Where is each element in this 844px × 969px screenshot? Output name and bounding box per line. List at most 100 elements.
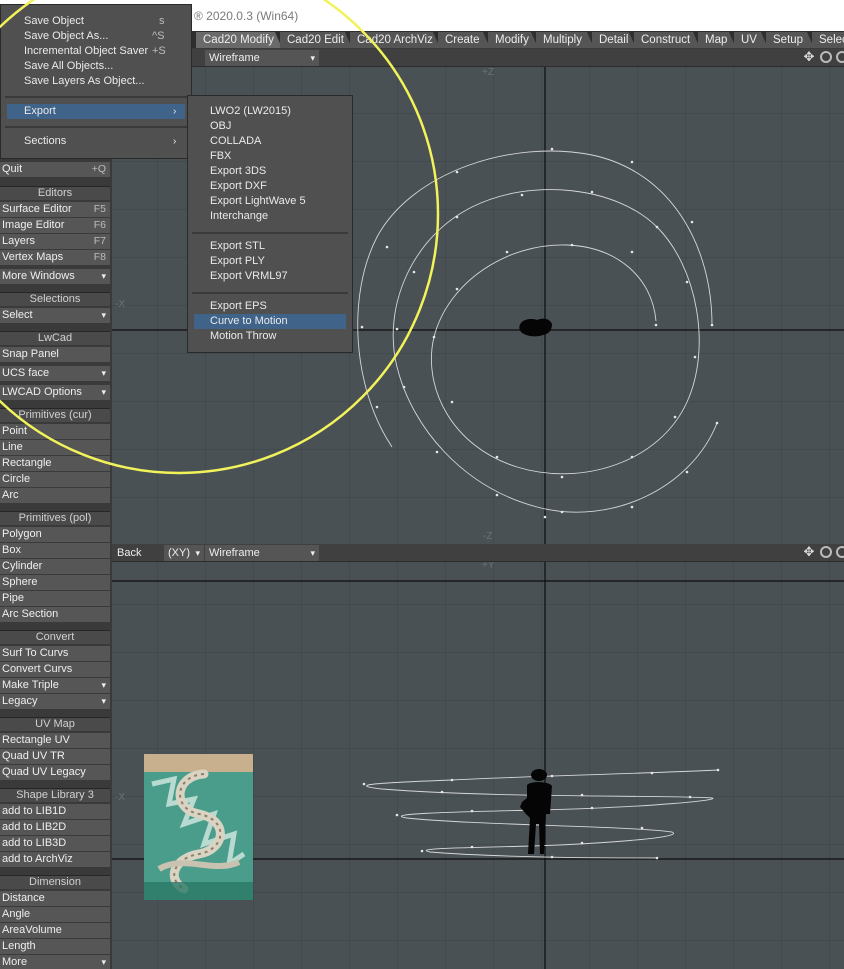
top-viewport-header: Wireframe ▾ ✥	[112, 49, 844, 67]
more-windows-dropdown[interactable]: More Windows ▾	[0, 268, 110, 284]
make-triple-dropdown[interactable]: Make Triple ▾	[0, 677, 110, 693]
menu-separator	[192, 232, 348, 234]
export-ply[interactable]: Export PLY	[210, 254, 265, 269]
menu-item-save-object[interactable]: Save Object s	[24, 14, 169, 29]
menu-separator	[5, 126, 187, 128]
add-to-lib1d-button[interactable]: add to LIB1D	[0, 803, 110, 819]
lwcad-options-dropdown[interactable]: LWCAD Options ▾	[0, 384, 110, 400]
distance-button[interactable]: Distance	[0, 890, 110, 906]
ucs-face-dropdown[interactable]: UCS face ▾	[0, 365, 110, 381]
tab-setup[interactable]: Setup	[766, 32, 814, 48]
export-vrml97[interactable]: Export VRML97	[210, 269, 288, 284]
export-motion-throw[interactable]: Motion Throw	[210, 329, 276, 344]
view-name-label[interactable]: Back	[117, 545, 141, 561]
convert-curvs-button[interactable]: Convert Curvs	[0, 661, 110, 677]
section-selections: Selections	[0, 292, 110, 306]
tab-modify[interactable]: Modify	[488, 32, 538, 48]
app-version-title: ® 2020.0.3 (Win64)	[194, 9, 299, 23]
menu-separator	[192, 292, 348, 294]
surface-editor-button[interactable]: Surface Editor F5	[0, 201, 110, 217]
export-collada[interactable]: COLLADA	[210, 134, 261, 149]
axis-label-neg-x: -X	[115, 792, 125, 803]
export-eps[interactable]: Export EPS	[210, 299, 267, 314]
export-fbx[interactable]: FBX	[210, 149, 231, 164]
section-uv-map: UV Map	[0, 717, 110, 731]
rotate-view-icon[interactable]	[820, 51, 832, 63]
move-view-icon[interactable]: ✥	[802, 545, 816, 559]
tab-cad20-edit[interactable]: Cad20 Edit	[280, 32, 352, 48]
reference-image-thumbnail	[144, 754, 253, 900]
tool-sidebar: Quit +Q Editors Surface Editor F5 Image Ed…	[0, 48, 112, 969]
add-to-archviz-button[interactable]: add to ArchViz	[0, 851, 110, 867]
file-menu: Save Object s Save Object As... ^S Increme…	[0, 4, 192, 159]
section-editors: Editors	[0, 186, 110, 200]
tab-map[interactable]: Map	[698, 32, 736, 48]
cylinder-button[interactable]: Cylinder	[0, 558, 110, 574]
angle-button[interactable]: Angle	[0, 906, 110, 922]
area-volume-button[interactable]: AreaVolume	[0, 922, 110, 938]
zoom-view-icon[interactable]	[836, 546, 844, 558]
menu-item-incremental-saver[interactable]: Incremental Object Saver +S	[24, 44, 169, 59]
image-editor-button[interactable]: Image Editor F6	[0, 217, 110, 233]
layers-button[interactable]: Layers F7	[0, 233, 110, 249]
tab-create[interactable]: Create	[438, 32, 490, 48]
tab-select[interactable]: Select	[812, 32, 844, 48]
export-stl[interactable]: Export STL	[210, 239, 265, 254]
quit-button[interactable]: Quit +Q	[0, 161, 110, 177]
export-dxf[interactable]: Export DXF	[210, 179, 267, 194]
render-mode-dropdown-top[interactable]: Wireframe ▾	[205, 50, 319, 66]
legacy-dropdown[interactable]: Legacy ▾	[0, 693, 110, 709]
tab-construct[interactable]: Construct	[634, 32, 700, 48]
back-viewport-header: Back (XY) ▾ Wireframe ▾ ✥	[112, 544, 844, 562]
rotate-view-icon[interactable]	[820, 546, 832, 558]
line-button[interactable]: Line	[0, 439, 110, 455]
rectangle-button[interactable]: Rectangle	[0, 455, 110, 471]
section-lwcad: LwCad	[0, 331, 110, 345]
export-obj[interactable]: OBJ	[210, 119, 231, 134]
move-view-icon[interactable]: ✥	[802, 50, 816, 64]
axis-label-pos-y: +Y	[482, 562, 495, 571]
snap-panel-button[interactable]: Snap Panel	[0, 346, 110, 362]
view-axes-dropdown[interactable]: (XY) ▾	[164, 545, 204, 561]
surf-to-curvs-button[interactable]: Surf To Curvs	[0, 645, 110, 661]
arc-section-button[interactable]: Arc Section	[0, 606, 110, 622]
length-button[interactable]: Length	[0, 938, 110, 954]
tab-cad20-archviz[interactable]: Cad20 ArchViz	[350, 32, 440, 48]
vertex-maps-button[interactable]: Vertex Maps F8	[0, 249, 110, 265]
menu-item-export[interactable]: Export ›	[7, 104, 185, 119]
export-lightwave-5[interactable]: Export LightWave 5	[210, 194, 306, 209]
box-button[interactable]: Box	[0, 542, 110, 558]
point-button[interactable]: Point	[0, 423, 110, 439]
export-3ds[interactable]: Export 3DS	[210, 164, 266, 179]
arc-button[interactable]: Arc	[0, 487, 110, 503]
axis-label-pos-z: +Z	[482, 67, 494, 78]
menu-item-sections[interactable]: Sections ›	[7, 134, 185, 149]
pipe-button[interactable]: Pipe	[0, 590, 110, 606]
tab-detail[interactable]: Detail	[592, 32, 636, 48]
menu-item-save-object-as[interactable]: Save Object As... ^S	[24, 29, 169, 44]
export-curve-to-motion[interactable]: Curve to Motion	[194, 314, 346, 329]
zoom-view-icon[interactable]	[836, 51, 844, 63]
quad-uv-tr-button[interactable]: Quad UV TR	[0, 748, 110, 764]
sphere-button[interactable]: Sphere	[0, 574, 110, 590]
menu-item-save-layers-as-object[interactable]: Save Layers As Object...	[24, 74, 169, 89]
quad-uv-legacy-button[interactable]: Quad UV Legacy	[0, 764, 110, 780]
tab-cad20-modify[interactable]: Cad20 Modify	[196, 32, 282, 48]
menu-item-save-all-objects[interactable]: Save All Objects...	[24, 59, 169, 74]
select-dropdown[interactable]: Select ▾	[0, 307, 110, 323]
add-to-lib3d-button[interactable]: add to LIB3D	[0, 835, 110, 851]
section-shape-library: Shape Library 3	[0, 788, 110, 802]
rectangle-uv-button[interactable]: Rectangle UV	[0, 732, 110, 748]
circle-button[interactable]: Circle	[0, 471, 110, 487]
export-lwo2[interactable]: LWO2 (LW2015)	[210, 104, 291, 119]
more-dropdown[interactable]: More ▾	[0, 954, 110, 969]
add-to-lib2d-button[interactable]: add to LIB2D	[0, 819, 110, 835]
tab-uv[interactable]: UV	[734, 32, 768, 48]
axis-label-neg-z: -Z	[483, 531, 492, 542]
axis-label-neg-x: -X	[115, 299, 125, 310]
polygon-button[interactable]: Polygon	[0, 526, 110, 542]
render-mode-dropdown-back[interactable]: Wireframe ▾	[205, 545, 319, 561]
export-interchange[interactable]: Interchange	[210, 209, 268, 224]
menu-separator	[5, 96, 187, 98]
tab-multiply[interactable]: Multiply	[536, 32, 594, 48]
